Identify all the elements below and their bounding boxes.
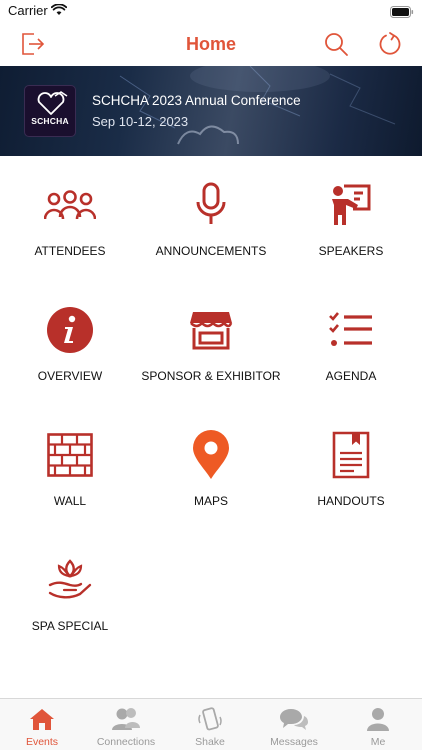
presenter-icon [332, 184, 371, 225]
overview-tile[interactable]: OVERVIEW [0, 281, 140, 391]
event-banner[interactable]: SCHCHA SCHCHA 2023 Annual Conference Sep… [0, 66, 422, 156]
spa-special-label: SPA SPECIAL [31, 619, 109, 633]
speakers-tile[interactable]: SPEAKERS [281, 156, 421, 266]
info-icon [47, 307, 93, 353]
sponsor-exhibitor-label: SPONSOR & EXHIBITOR [141, 369, 281, 383]
event-logo-text: SCHCHA [31, 116, 69, 126]
tab-shake-label: Shake [195, 736, 225, 748]
overview-label: OVERVIEW [37, 369, 103, 383]
people-group-icon [44, 190, 96, 220]
brick-wall-icon [47, 433, 93, 477]
tab-messages-label: Messages [270, 736, 318, 748]
status-bar: Carrier [0, 0, 422, 22]
refresh-button[interactable] [374, 28, 406, 60]
tab-events[interactable]: Events [0, 699, 84, 750]
checklist-icon [329, 312, 372, 346]
event-title: SCHCHA 2023 Annual Conference [92, 93, 301, 108]
handouts-label: HANDOUTS [317, 494, 385, 508]
maps-label: MAPS [193, 494, 228, 508]
spa-special-tile[interactable]: SPA SPECIAL [0, 531, 140, 641]
agenda-tile[interactable]: AGENDA [281, 281, 421, 391]
shake-phone-icon [198, 707, 222, 731]
page-title: Home [185, 34, 236, 54]
search-button[interactable] [320, 28, 352, 60]
tab-events-label: Events [25, 736, 59, 748]
attendees-tile[interactable]: ATTENDEES [0, 156, 140, 266]
tab-shake[interactable]: Shake [168, 699, 252, 750]
connections-people-icon [112, 708, 140, 730]
event-logo: SCHCHA [24, 85, 76, 137]
chat-bubbles-icon [280, 709, 308, 730]
tab-connections-label: Connections [96, 736, 156, 748]
home-icon [30, 709, 54, 730]
announcements-label: ANNOUNCEMENTS [155, 244, 267, 258]
announcements-tile[interactable]: ANNOUNCEMENTS [141, 156, 281, 266]
tab-connections[interactable]: Connections [84, 699, 168, 750]
handouts-tile[interactable]: HANDOUTS [281, 406, 421, 516]
user-profile-icon [367, 708, 389, 731]
sponsor-exhibitor-tile[interactable]: SPONSOR & EXHIBITOR [141, 281, 281, 391]
battery-icon [390, 5, 414, 23]
event-dates: Sep 10-12, 2023 [92, 114, 189, 129]
wifi-icon [50, 3, 68, 21]
spa-lotus-hand-icon [48, 559, 92, 599]
wall-tile[interactable]: WALL [0, 406, 140, 516]
microphone-icon [196, 182, 226, 224]
maps-tile[interactable]: MAPS [141, 406, 281, 516]
heart-home-logo-icon [37, 91, 68, 115]
wall-label: WALL [53, 494, 87, 508]
tab-me-label: Me [370, 736, 386, 748]
agenda-label: AGENDA [325, 369, 377, 383]
document-icon [332, 431, 370, 479]
refresh-icon [379, 32, 401, 55]
navigation-bar: Home [0, 22, 422, 66]
carrier-label: Carrier [8, 3, 48, 18]
tab-messages[interactable]: Messages [252, 699, 336, 750]
tab-bar: Events Connections Shake Messages Me [0, 698, 422, 750]
speakers-label: SPEAKERS [318, 244, 384, 258]
map-pin-icon [193, 430, 229, 479]
tab-me[interactable]: Me [336, 699, 420, 750]
attendees-label: ATTENDEES [34, 244, 106, 258]
storefront-icon [190, 312, 233, 350]
search-icon [325, 33, 348, 56]
